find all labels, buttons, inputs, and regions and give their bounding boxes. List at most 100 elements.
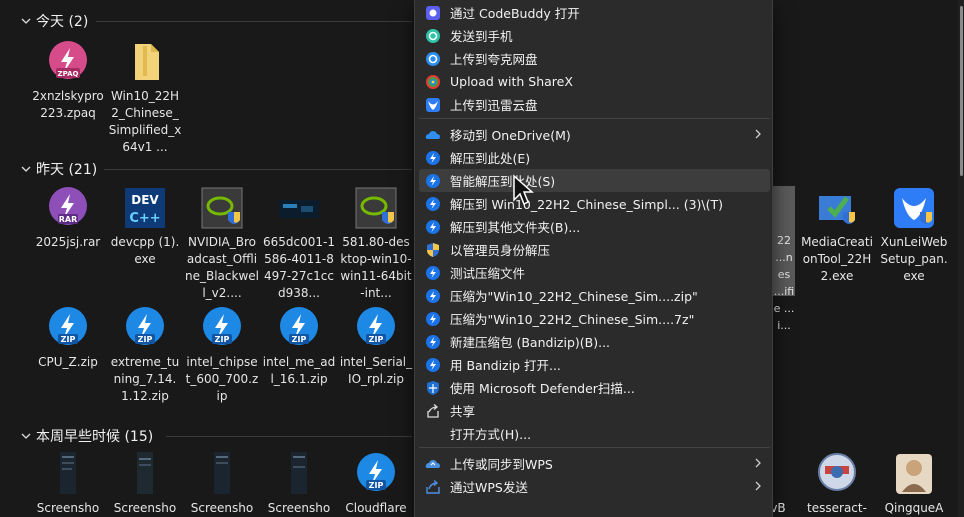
chevron-right-icon xyxy=(755,129,761,139)
group-header-earlier-this-week[interactable]: 本周早些时候 (15) xyxy=(20,425,153,447)
group-header-yesterday[interactable]: 昨天 (21) xyxy=(20,158,97,180)
menu-item-label: 用 Bandizip 打开... xyxy=(450,358,561,373)
menu-item-smart-extract-here[interactable]: 智能解压到此处(S) xyxy=(419,169,770,192)
group-divider xyxy=(96,21,412,22)
menu-item-extract-to-folder[interactable]: 解压到 Win10_22H2_Chinese_Simpl... (3)\(T) xyxy=(419,192,770,215)
menu-item-move-onedrive[interactable]: 移动到 OneDrive(M) xyxy=(419,123,770,146)
xunlei-installer-icon xyxy=(892,186,936,230)
shield-uac-icon xyxy=(425,242,441,258)
file-item[interactable]: Screensho xyxy=(262,452,336,517)
xunlei-icon xyxy=(425,97,441,113)
file-item[interactable]: ZPAQ 2xnzlskypro223.zpaq xyxy=(31,40,105,122)
file-item-selected[interactable]: 22 ...nes ...ifie ...i... xyxy=(773,186,795,332)
file-name: devcpp (1).exe xyxy=(110,235,180,266)
menu-item-sharex[interactable]: Upload with ShareX xyxy=(419,70,770,93)
wps-cloud-icon xyxy=(425,456,441,472)
svg-text:DEV: DEV xyxy=(131,193,159,207)
file-item[interactable]: QingqueA xyxy=(877,452,951,517)
menu-item-test-archive[interactable]: 测试压缩文件 xyxy=(419,261,770,284)
file-item[interactable]: ZIP extreme_tuning_7.14.1.12.zip xyxy=(108,306,182,405)
bandizip-icon xyxy=(425,150,441,166)
file-item[interactable]: 581.80-desktop-win10-win11-64bit-int... xyxy=(339,186,413,302)
menu-item-label: 上传到夸克网盘 xyxy=(450,52,538,67)
svg-text:ZIP: ZIP xyxy=(292,335,307,344)
menu-item-new-archive[interactable]: 新建压缩包 (Bandizip)(B)... xyxy=(419,330,770,353)
file-item[interactable]: Screensho xyxy=(31,452,105,517)
bandizip-icon xyxy=(425,196,441,212)
menu-separator xyxy=(419,118,770,119)
sharex-icon xyxy=(425,74,441,90)
menu-item-wps-send[interactable]: 通过WPS发送 xyxy=(419,475,770,498)
menu-item-wps-sync[interactable]: 上传或同步到WPS xyxy=(419,452,770,475)
file-item[interactable]: NVIDIA_Broadcast_Offline_Blackwell_v2...… xyxy=(185,186,259,302)
file-name: NVIDIA_Broadcast_Offline_Blackwell_v2...… xyxy=(185,235,259,300)
group-label: 本周早些时候 (15) xyxy=(36,429,154,445)
menu-item-label: 压缩为"Win10_22H2_Chinese_Sim....7z" xyxy=(450,312,695,327)
menu-item-codebuddy[interactable]: 通过 CodeBuddy 打开 xyxy=(419,1,770,24)
devcpp-icon: DEV C++ xyxy=(123,186,167,230)
menu-item-extract-here[interactable]: 解压到此处(E) xyxy=(419,146,770,169)
menu-item-compress-zip[interactable]: 压缩为"Win10_22H2_Chinese_Sim....zip" xyxy=(419,284,770,307)
zip-file-icon: ZIP xyxy=(277,306,321,350)
screenshot-thumbnail-icon xyxy=(46,452,90,496)
menu-item-extract-as-admin[interactable]: 以管理员身份解压 xyxy=(419,238,770,261)
menu-item-quark[interactable]: 上传到夸克网盘 xyxy=(419,47,770,70)
screenshot-thumbnail-icon xyxy=(277,452,321,496)
menu-item-share[interactable]: 共享 xyxy=(419,399,770,422)
menu-item-defender-scan[interactable]: 使用 Microsoft Defender扫描... xyxy=(419,376,770,399)
file-item[interactable]: tesseract- xyxy=(800,452,874,517)
file-name: Win10_22H2_Chinese_Simplified_x64v1 ... xyxy=(108,89,182,154)
file-item[interactable]: Screensho xyxy=(185,452,259,517)
file-item[interactable]: XunLeiWebSetup_pan.exe xyxy=(877,186,951,285)
file-item[interactable]: 665dc001-1586-4011-8497-27c1ccd938... xyxy=(262,186,336,302)
bandizip-icon xyxy=(425,334,441,350)
menu-item-label: 解压到此处(E) xyxy=(450,151,531,166)
menu-item-xunlei-cloud[interactable]: 上传到迅雷云盘 xyxy=(419,93,770,116)
group-divider xyxy=(104,169,412,170)
menu-item-label: 测试压缩文件 xyxy=(450,266,526,281)
file-item[interactable]: ZIP intel_chipset_600_700.zip xyxy=(185,306,259,405)
file-item[interactable]: ZIP intel_Serial_IO_rpl.zip xyxy=(339,306,413,388)
onedrive-icon xyxy=(425,127,441,143)
file-item[interactable]: ZIP intel_me_adl_16.1.zip xyxy=(262,306,336,388)
svg-text:ZIP: ZIP xyxy=(369,335,384,344)
bandizip-icon xyxy=(425,265,441,281)
file-item[interactable]: Screensho xyxy=(108,452,182,517)
file-name: 2xnzlskypro223.zpaq xyxy=(32,89,104,120)
file-item[interactable]: ZIP Cloudflare xyxy=(339,452,413,517)
file-name: Screensho xyxy=(113,501,177,515)
menu-item-open-with-bandizip[interactable]: 用 Bandizip 打开... xyxy=(419,353,770,376)
menu-item-label: 通过 CodeBuddy 打开 xyxy=(450,6,580,21)
menu-item-open-with[interactable]: 打开方式(H)... xyxy=(419,422,770,445)
file-item[interactable]: DEV C++ devcpp (1).exe xyxy=(108,186,182,268)
menu-item-send-to-phone[interactable]: 发送到手机 xyxy=(419,24,770,47)
file-item[interactable]: MediaCreationTool_22H2.exe xyxy=(800,186,874,285)
menu-item-label: 通过WPS发送 xyxy=(450,480,528,495)
svg-text:ZIP: ZIP xyxy=(215,335,230,344)
menu-item-compress-7z[interactable]: 压缩为"Win10_22H2_Chinese_Sim....7z" xyxy=(419,307,770,330)
file-name: Screensho xyxy=(267,501,331,515)
svg-text:C++: C++ xyxy=(129,211,160,226)
phone-send-icon xyxy=(425,28,441,44)
menu-item-extract-other-folder[interactable]: 解压到其他文件夹(B)... xyxy=(419,215,770,238)
menu-item-label: Upload with ShareX xyxy=(450,74,573,89)
file-item[interactable]: Win10_22H2_Chinese_Simplified_x64v1 ... xyxy=(108,40,182,156)
group-header-today[interactable]: 今天 (2) xyxy=(20,10,88,32)
zip-file-icon: ZIP xyxy=(200,306,244,350)
file-item[interactable]: RAR 2025jsj.rar xyxy=(31,186,105,251)
nvidia-installer-icon xyxy=(200,186,244,230)
menu-item-label: 上传到迅雷云盘 xyxy=(450,98,538,113)
file-name: XunLeiWebSetup_pan.exe xyxy=(880,235,948,283)
chevron-down-icon xyxy=(21,433,31,439)
file-item[interactable]: ZIP CPU_Z.zip xyxy=(31,306,105,371)
file-name: MediaCreationTool_22H2.exe xyxy=(801,235,873,283)
menu-separator xyxy=(419,447,770,448)
file-name: extreme_tuning_7.14.1.12.zip xyxy=(110,355,180,403)
svg-text:ZIP: ZIP xyxy=(369,481,384,490)
scrollbar-thumb[interactable] xyxy=(960,6,963,176)
rar-file-icon: RAR xyxy=(46,186,90,230)
menu-item-label: 发送到手机 xyxy=(450,29,513,44)
zip-file-icon: ZIP xyxy=(46,306,90,350)
nvidia-installer-icon xyxy=(354,186,398,230)
file-name: 2025jsj.rar xyxy=(35,235,101,249)
